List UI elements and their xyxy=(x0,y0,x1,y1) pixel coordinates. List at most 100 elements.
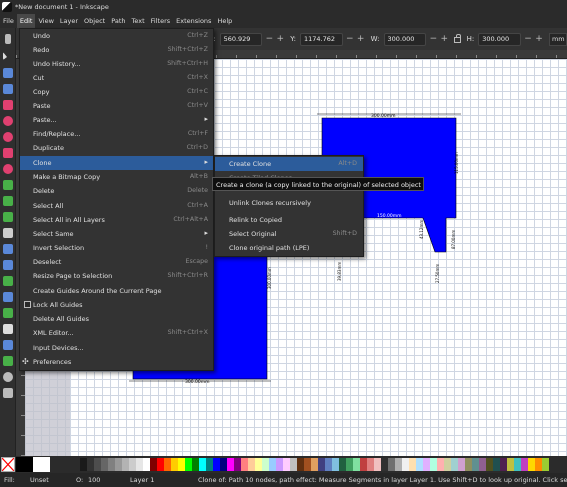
pen-tool-icon[interactable] xyxy=(3,180,13,190)
edit-menu-item-copy[interactable]: Copy Ctrl+C xyxy=(20,85,213,99)
y-field[interactable]: 1174.762 xyxy=(299,32,343,46)
x-plus-button[interactable]: + xyxy=(276,34,285,44)
white-swatch[interactable] xyxy=(33,457,50,472)
lock-icon[interactable] xyxy=(454,34,462,43)
no-paint-swatch[interactable] xyxy=(1,457,15,472)
menu-edit[interactable]: Edit xyxy=(16,14,36,28)
clone-menu-item-create-clone[interactable]: Create Clone Alt+D xyxy=(215,157,363,171)
palette-swatch[interactable] xyxy=(542,458,549,471)
palette-swatch[interactable] xyxy=(143,458,150,471)
menu-file[interactable]: File xyxy=(0,14,17,28)
palette-swatch[interactable] xyxy=(423,458,430,471)
paint-bucket-tool-icon[interactable] xyxy=(3,292,13,302)
menu-filters[interactable]: Filters xyxy=(148,14,173,28)
palette-swatch[interactable] xyxy=(213,458,220,471)
palette-swatch[interactable] xyxy=(122,458,129,471)
palette-swatch[interactable] xyxy=(290,458,297,471)
palette-swatch[interactable] xyxy=(325,458,332,471)
palette-swatch[interactable] xyxy=(157,458,164,471)
palette-swatch[interactable] xyxy=(402,458,409,471)
palette-swatch[interactable] xyxy=(507,458,514,471)
connector-tool-icon[interactable] xyxy=(3,340,13,350)
palette-swatch[interactable] xyxy=(248,458,255,471)
mesh-tool-icon[interactable] xyxy=(3,260,13,270)
edit-menu-item-duplicate[interactable]: Duplicate Ctrl+D xyxy=(20,141,213,155)
palette-swatch[interactable] xyxy=(339,458,346,471)
menu-path[interactable]: Path xyxy=(108,14,128,28)
palette-swatch[interactable] xyxy=(500,458,507,471)
palette-swatch[interactable] xyxy=(521,458,528,471)
palette-swatch[interactable] xyxy=(458,458,465,471)
palette-swatch[interactable] xyxy=(255,458,262,471)
palette-swatch[interactable] xyxy=(409,458,416,471)
edit-menu-item-undo-history[interactable]: Undo History... Shift+Ctrl+H xyxy=(20,57,213,71)
edit-menu-item-redo[interactable]: Redo Shift+Ctrl+Z xyxy=(20,43,213,57)
edit-menu-item-find-replace[interactable]: Find/Replace... Ctrl+F xyxy=(20,127,213,141)
edit-menu-item-paste[interactable]: Paste... ▸ xyxy=(20,113,213,127)
palette-swatch[interactable] xyxy=(101,458,108,471)
palette-swatch[interactable] xyxy=(241,458,248,471)
unit-select[interactable]: mm xyxy=(548,32,567,46)
menu-text[interactable]: Text xyxy=(129,14,148,28)
current-layer[interactable]: Layer 1 xyxy=(130,476,154,484)
palette-swatch[interactable] xyxy=(472,458,479,471)
palette-swatch[interactable] xyxy=(234,458,241,471)
h-field[interactable]: 300.000 xyxy=(478,32,522,46)
selector-tool-icon[interactable] xyxy=(3,52,7,60)
palette-swatch[interactable] xyxy=(465,458,472,471)
palette-swatch[interactable] xyxy=(206,458,213,471)
palette-swatch[interactable] xyxy=(80,458,87,471)
palette-swatch[interactable] xyxy=(199,458,206,471)
palette-swatch[interactable] xyxy=(493,458,500,471)
palette-swatch[interactable] xyxy=(486,458,493,471)
palette-swatch[interactable] xyxy=(416,458,423,471)
palette-swatch[interactable] xyxy=(437,458,444,471)
menu-object[interactable]: Object xyxy=(81,14,108,28)
palette-swatch[interactable] xyxy=(94,458,101,471)
edit-menu-item-undo[interactable]: Undo Ctrl+Z xyxy=(20,29,213,43)
edit-menu-item-paste[interactable]: Paste Ctrl+V xyxy=(20,99,213,113)
text-tool-icon[interactable] xyxy=(3,228,13,238)
palette-swatch[interactable] xyxy=(178,458,185,471)
clone-menu-item-clone-original-path-lpe[interactable]: Clone original path (LPE) xyxy=(215,241,363,255)
measure-tool-icon[interactable] xyxy=(3,356,13,366)
y-plus-button[interactable]: + xyxy=(357,34,365,44)
palette-swatch[interactable] xyxy=(164,458,171,471)
palette-swatch[interactable] xyxy=(108,458,115,471)
menu-view[interactable]: View xyxy=(35,14,56,28)
palette-swatch[interactable] xyxy=(388,458,395,471)
calligraphy-tool-icon[interactable] xyxy=(3,212,13,222)
pencil-tool-icon[interactable] xyxy=(3,196,13,206)
spray-tool-icon[interactable] xyxy=(3,308,13,318)
palette-swatch[interactable] xyxy=(150,458,157,471)
menu-extensions[interactable]: Extensions xyxy=(173,14,214,28)
h-plus-button[interactable]: + xyxy=(535,34,543,44)
palette-swatch[interactable] xyxy=(514,458,521,471)
palette-swatch[interactable] xyxy=(297,458,304,471)
palette-swatch[interactable] xyxy=(136,458,143,471)
palette-swatch[interactable] xyxy=(276,458,283,471)
palette-swatch[interactable] xyxy=(395,458,402,471)
palette-swatch[interactable] xyxy=(192,458,199,471)
palette-swatch[interactable] xyxy=(360,458,367,471)
palette-swatch[interactable] xyxy=(479,458,486,471)
palette-swatch[interactable] xyxy=(346,458,353,471)
edit-menu-item-preferences[interactable]: ✣ Preferences xyxy=(20,355,213,369)
clone-menu-item-select-original[interactable]: Select Original Shift+D xyxy=(215,227,363,241)
edit-menu-item-delete-all-guides[interactable]: Delete All Guides xyxy=(20,312,213,326)
x-minus-button[interactable]: − xyxy=(265,34,274,44)
x-field[interactable]: 560.929 xyxy=(219,32,263,46)
palette-swatch[interactable] xyxy=(87,458,94,471)
palette-swatch[interactable] xyxy=(318,458,325,471)
palette-swatch[interactable] xyxy=(535,458,542,471)
node-tool-icon[interactable] xyxy=(3,68,13,78)
edit-menu-item-select-same[interactable]: Select Same ▸ xyxy=(20,227,213,241)
3d-box-tool-icon[interactable] xyxy=(3,148,13,158)
opacity-value[interactable]: 100 xyxy=(88,476,100,484)
gradient-tool-icon[interactable] xyxy=(3,244,13,254)
palette-swatch[interactable] xyxy=(227,458,234,471)
palette-swatch[interactable] xyxy=(304,458,311,471)
y-minus-button[interactable]: − xyxy=(346,34,354,44)
palette-swatch[interactable] xyxy=(374,458,381,471)
w-minus-button[interactable]: − xyxy=(429,34,438,44)
